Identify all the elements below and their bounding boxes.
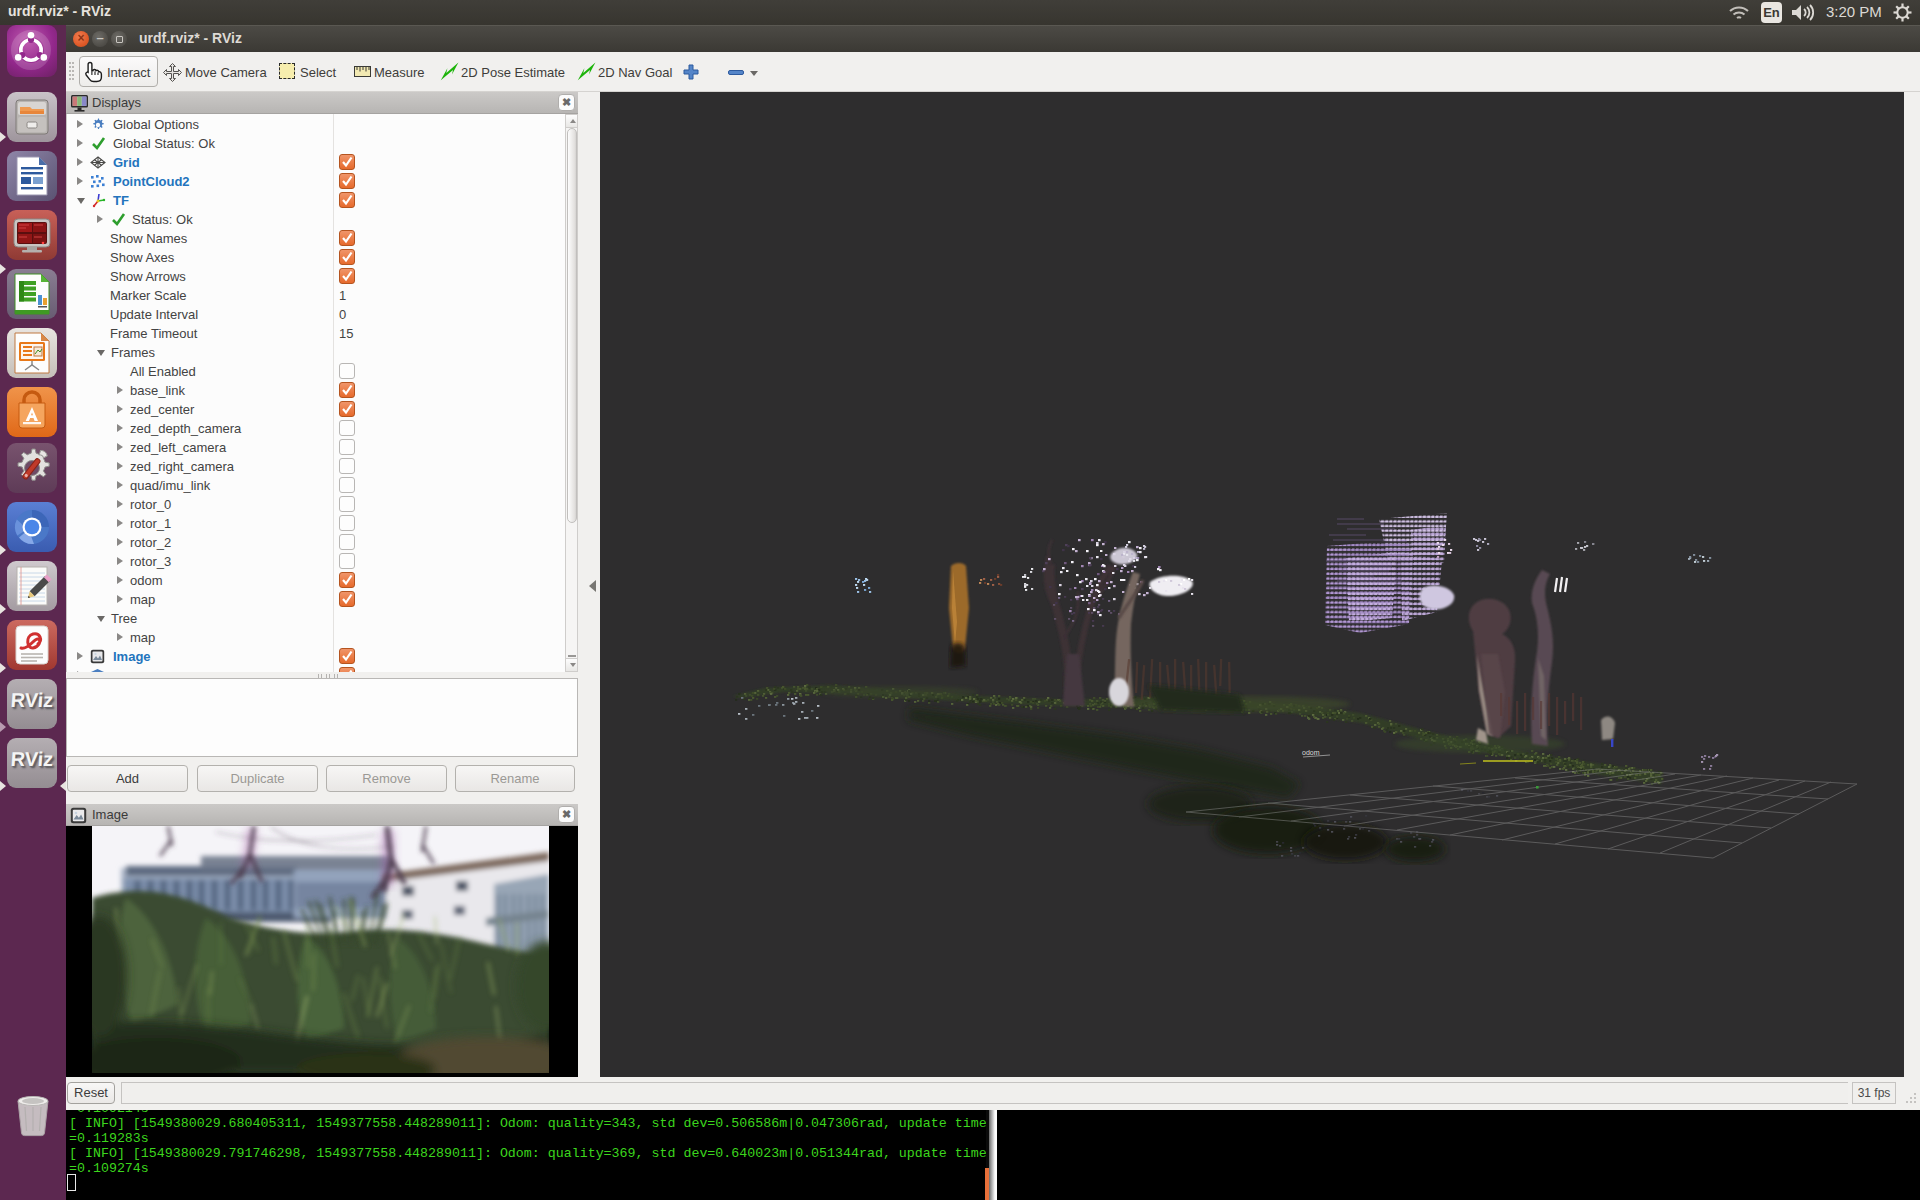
svg-text:odom: odom	[1302, 749, 1320, 756]
